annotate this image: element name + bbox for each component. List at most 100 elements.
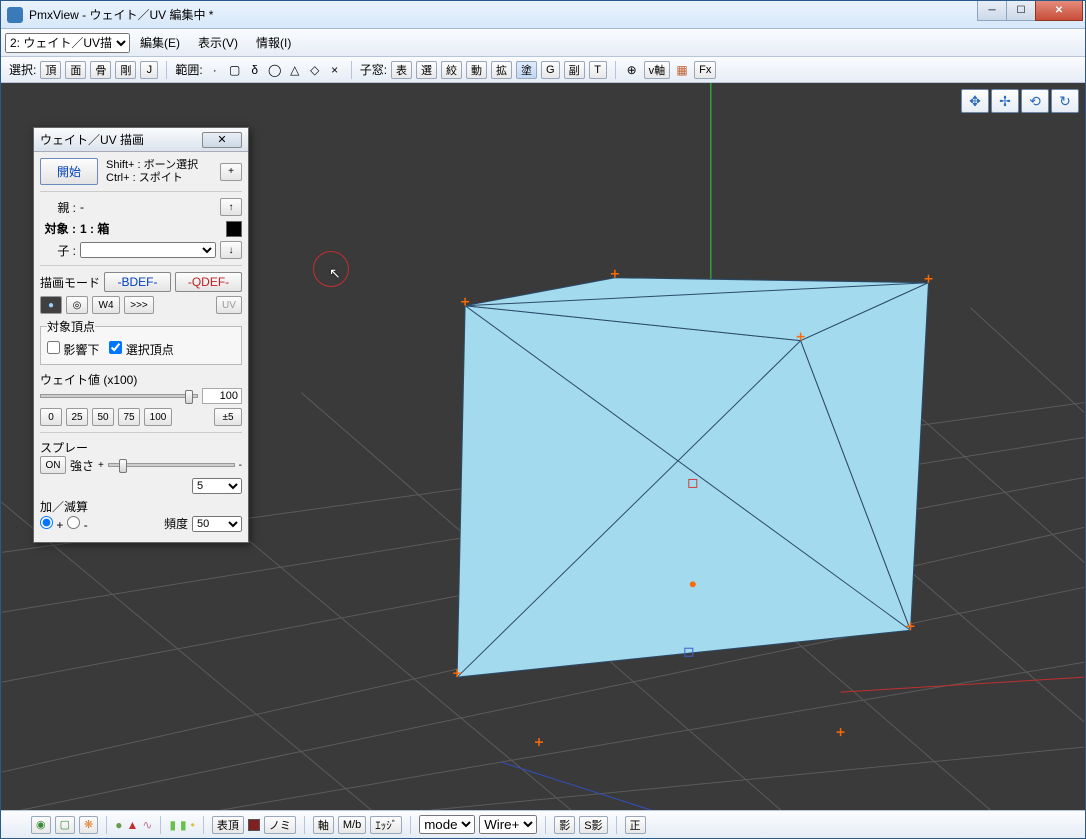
child-down-button[interactable]: ↓ [220, 241, 242, 259]
mode-selector[interactable]: 2: ウェイト／UV描 [5, 33, 130, 53]
bb-wave-icon[interactable]: ∿ [142, 818, 152, 832]
select-bone-button[interactable]: 骨 [90, 61, 111, 79]
range-rect-icon[interactable]: ▢ [227, 62, 243, 78]
plus-small-button[interactable]: + [220, 163, 242, 181]
sw-narrow-button[interactable]: 絞 [441, 61, 462, 79]
target-value: 1 : 箱 [80, 220, 222, 237]
menu-info[interactable]: 情報(I) [248, 32, 299, 53]
bb-red-tri-icon[interactable]: ▲ [126, 818, 138, 832]
select-vertex-button[interactable]: 頂 [40, 61, 61, 79]
close-button[interactable]: ✕ [1035, 1, 1083, 21]
selected-checkbox[interactable] [109, 341, 122, 354]
bb-swirl-icon[interactable]: ❋ [79, 816, 98, 834]
sw-expand-button[interactable]: 拡 [491, 61, 512, 79]
bb-vertex-button[interactable]: 表頂 [212, 816, 244, 834]
weight-input[interactable] [202, 388, 242, 404]
pm5-button[interactable]: ±5 [214, 408, 242, 426]
bb-dot-icon[interactable]: • [191, 818, 195, 832]
menubar: 2: ウェイト／UV描 編集(E) 表示(V) 情報(I) [1, 29, 1085, 57]
w4-button[interactable]: W4 [92, 296, 120, 314]
w0-button[interactable]: 0 [40, 408, 62, 426]
parent-value: - [80, 200, 216, 214]
maximize-button[interactable]: ☐ [1006, 1, 1036, 21]
bb-green-dot-icon[interactable]: ● [115, 818, 122, 832]
grid-icon[interactable]: ▦ [674, 62, 690, 78]
add-radio[interactable] [40, 516, 53, 529]
influence-checkbox-label[interactable]: 影響下 [47, 343, 99, 357]
gizmo-pan-button[interactable]: ✢ [991, 89, 1019, 113]
selected-checkbox-label[interactable]: 選択頂点 [109, 343, 173, 357]
brush-solid-button[interactable]: ● [40, 296, 62, 314]
menu-view[interactable]: 表示(V) [190, 32, 246, 53]
w50-button[interactable]: 50 [92, 408, 114, 426]
more-button[interactable]: >>> [124, 296, 154, 314]
bb-edge-button[interactable]: ｴｯｼﾞ [370, 816, 402, 834]
bb-mode-select[interactable]: mode [419, 815, 475, 834]
range-tri-icon[interactable]: △ [287, 62, 303, 78]
sub-radio-label[interactable]: - [67, 516, 87, 532]
bb-bar1-icon[interactable]: ▮ [169, 818, 176, 832]
bb-bar2-icon[interactable]: ▮ [180, 818, 187, 832]
sw-table-button[interactable]: 表 [391, 61, 412, 79]
uv-button[interactable]: UV [216, 296, 242, 314]
child-selector[interactable] [80, 242, 216, 258]
gizmo-move-button[interactable]: ✥ [961, 89, 989, 113]
range-point-icon[interactable]: · [207, 62, 223, 78]
qdef-button[interactable]: -QDEF- [175, 272, 242, 292]
sw-select-button[interactable]: 選 [416, 61, 437, 79]
target-color-swatch[interactable] [226, 221, 242, 237]
plus-indicator: + [98, 460, 104, 471]
strength-slider[interactable] [108, 463, 235, 467]
sw-move-button[interactable]: 動 [466, 61, 487, 79]
gizmo-rotate-button[interactable]: ⟲ [1021, 89, 1049, 113]
influence-checkbox[interactable] [47, 341, 60, 354]
subwindow-label: 子窓: [360, 61, 387, 78]
add-radio-label[interactable]: + [40, 516, 63, 532]
range-x-icon[interactable]: × [327, 62, 343, 78]
range-diamond-icon[interactable]: ◇ [307, 62, 323, 78]
crosshair-icon[interactable]: ⊕ [624, 62, 640, 78]
gizmo-zoom-button[interactable]: ↻ [1051, 89, 1079, 113]
bb-shadow-button[interactable]: 影 [554, 816, 575, 834]
bb-wire-select[interactable]: Wire+ [479, 815, 537, 834]
bdef-button[interactable]: -BDEF- [104, 272, 171, 292]
vaxis-button[interactable]: v軸 [644, 61, 671, 79]
w100-button[interactable]: 100 [144, 408, 172, 426]
panel-close-button[interactable]: ✕ [202, 132, 242, 148]
spray-label: スプレー [40, 439, 242, 456]
sub-radio[interactable] [67, 516, 80, 529]
viewport-3d[interactable]: ✥ ✢ ⟲ ↻ ↖ ウェイト／UV 描画 ✕ 開始 Shift+ : ボーン選択… [1, 83, 1085, 810]
bb-ortho-button[interactable]: 正 [625, 816, 646, 834]
spray-on-button[interactable]: ON [40, 456, 66, 474]
minimize-button[interactable]: ─ [977, 1, 1007, 21]
strength-select[interactable]: 5 [192, 478, 242, 494]
sw-sub-button[interactable]: 副 [564, 61, 585, 79]
start-button[interactable]: 開始 [40, 158, 98, 185]
bb-axis-button[interactable]: 軸 [313, 816, 334, 834]
target-vertex-legend: 対象頂点 [47, 318, 95, 335]
w75-button[interactable]: 75 [118, 408, 140, 426]
weight-slider[interactable] [40, 394, 198, 398]
w25-button[interactable]: 25 [66, 408, 88, 426]
bb-mb-button[interactable]: M/b [338, 816, 366, 834]
brush-gradient-button[interactable]: ◎ [66, 296, 88, 314]
select-label: 選択: [9, 61, 36, 78]
menu-edit[interactable]: 編集(E) [132, 32, 188, 53]
parent-up-button[interactable]: ↑ [220, 198, 242, 216]
select-joint-button[interactable]: J [140, 61, 158, 79]
sw-paint-button[interactable]: 塗 [516, 61, 537, 79]
fx-button[interactable]: Fx [694, 61, 716, 79]
sw-g-button[interactable]: G [541, 61, 560, 79]
range-circle-icon[interactable]: ◯ [267, 62, 283, 78]
bb-sshadow-button[interactable]: S影 [579, 816, 607, 834]
select-rigid-button[interactable]: 剛 [115, 61, 136, 79]
range-lasso-icon[interactable]: δ [247, 62, 263, 78]
bb-color-swatch[interactable] [248, 819, 260, 831]
bb-circle1-icon[interactable]: ◉ [31, 816, 51, 834]
select-face-button[interactable]: 面 [65, 61, 86, 79]
freq-select[interactable]: 50 [192, 516, 242, 532]
weight-uv-panel: ウェイト／UV 描画 ✕ 開始 Shift+ : ボーン選択 Ctrl+ : ス… [33, 127, 249, 543]
bb-nomi-button[interactable]: ノミ [264, 816, 296, 834]
bb-square-icon[interactable]: ▢ [55, 816, 75, 834]
sw-t-button[interactable]: T [589, 61, 607, 79]
